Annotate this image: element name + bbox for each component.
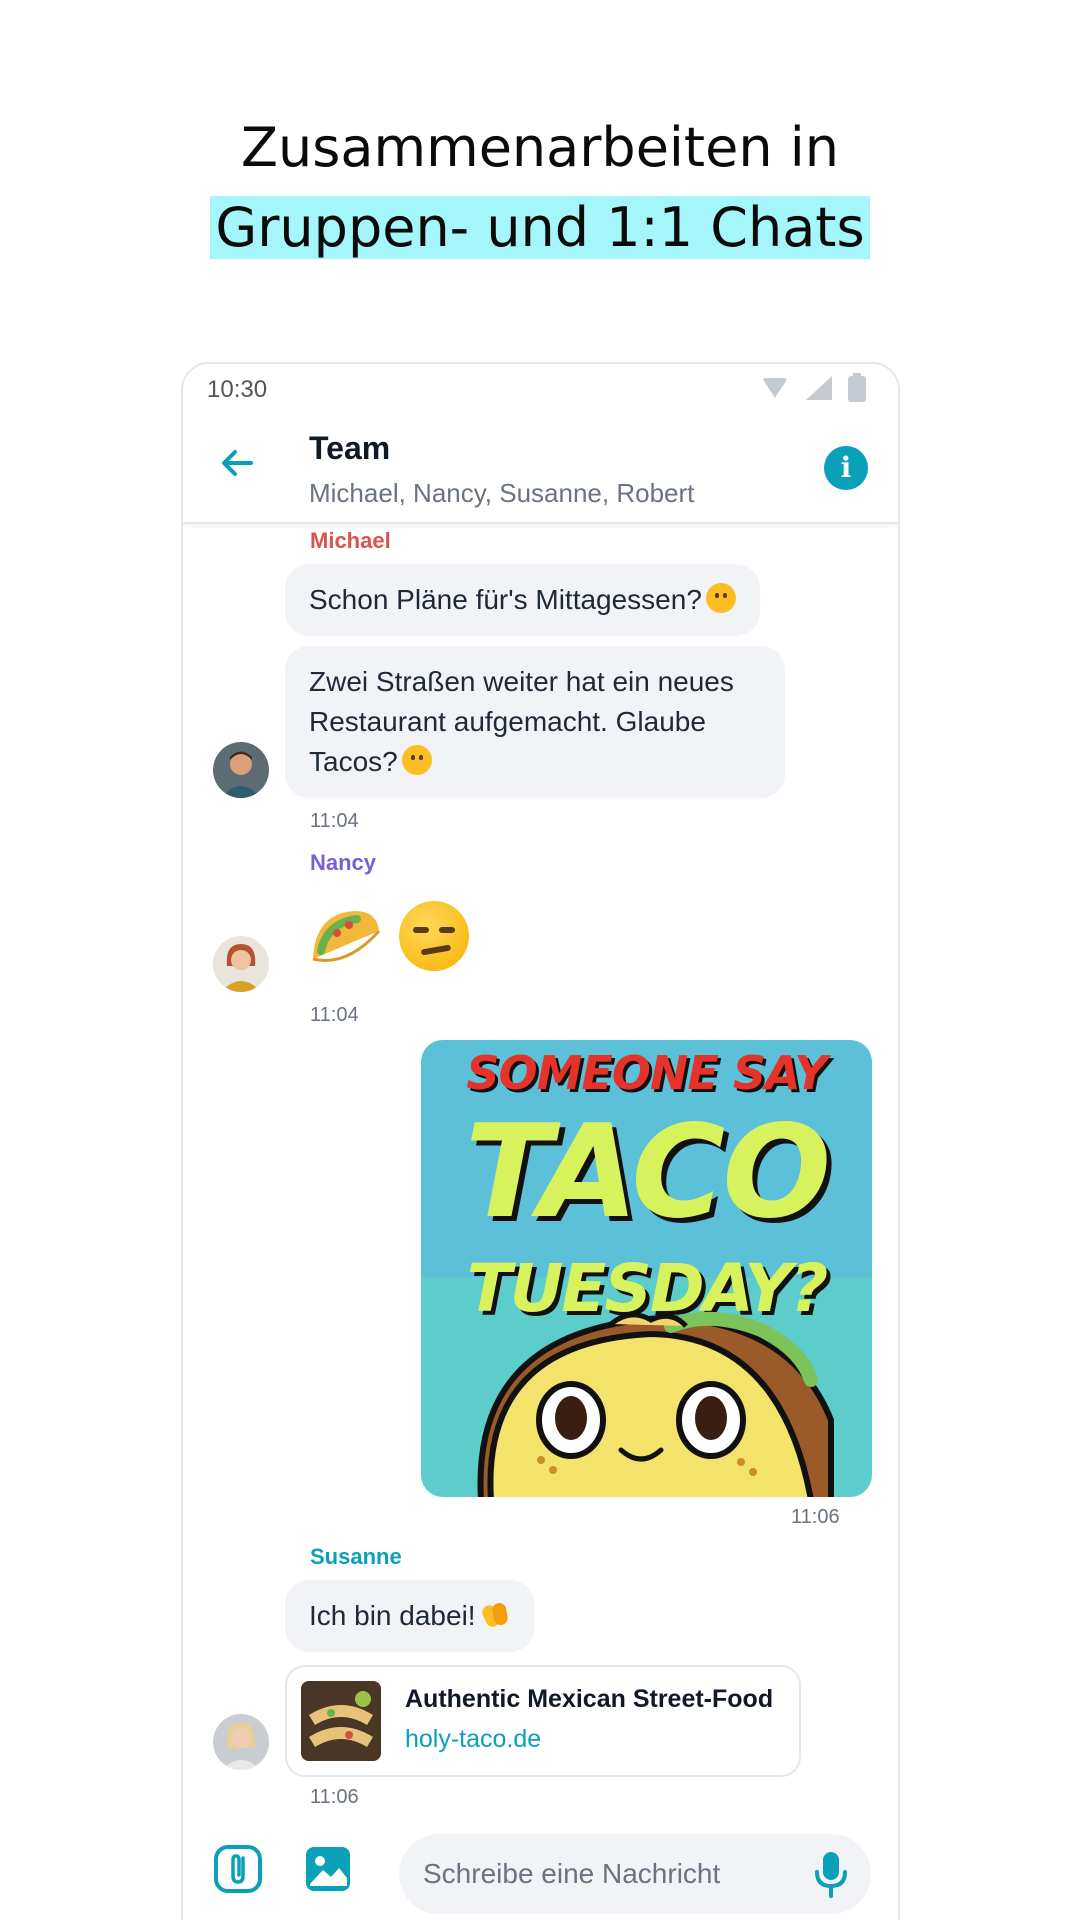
avatar-nancy[interactable]: [213, 936, 269, 992]
microphone-icon: [815, 1852, 847, 1898]
info-icon: i: [840, 451, 852, 484]
message-text: Schon Pläne für's Mittagessen?: [309, 584, 702, 615]
avatar-michael-image: [213, 742, 269, 798]
smirk-emoji-icon[interactable]: [399, 901, 469, 971]
wifi-icon: [762, 378, 788, 398]
message-bubble[interactable]: Ich bin dabei!: [285, 1580, 534, 1652]
status-bar: 10:30: [183, 364, 898, 414]
message-input[interactable]: [399, 1834, 871, 1914]
gif-text-line-2: TACO: [464, 1098, 831, 1247]
message-composer: [183, 1822, 898, 1920]
headline-line-1: Zusammenarbeiten in: [241, 116, 839, 179]
attach-button[interactable]: [213, 1844, 263, 1894]
thinking-emoji-icon: [705, 583, 736, 613]
chat-title[interactable]: Team: [309, 430, 390, 467]
message-timestamp: 11:04: [310, 1004, 359, 1026]
battery-icon: [848, 373, 866, 402]
clapping-hands-emoji-icon: [480, 1599, 510, 1629]
back-button[interactable]: [213, 438, 263, 488]
image-button[interactable]: [303, 1844, 353, 1894]
status-time: 10:30: [207, 376, 268, 403]
message-text: Ich bin dabei!: [309, 1600, 476, 1631]
info-button[interactable]: i: [824, 446, 868, 490]
status-icons: [762, 373, 872, 404]
message-timestamp: 11:06: [791, 1506, 840, 1528]
avatar-michael[interactable]: [213, 742, 269, 798]
message-text: Zwei Straßen weiter hat ein neues Restau…: [309, 666, 734, 777]
paperclip-icon: [214, 1845, 262, 1893]
back-arrow-icon: [222, 450, 253, 476]
gif-text-line-1: SOMEONE SAY: [466, 1046, 827, 1100]
chat-header: Team Michael, Nancy, Susanne, Robert i: [183, 414, 898, 524]
headline-line-2: Gruppen- und 1:1 Chats: [210, 196, 870, 259]
message-timestamp: 11:04: [310, 810, 359, 832]
avatar-susanne-image: [213, 1714, 269, 1770]
avatar-susanne[interactable]: [213, 1714, 269, 1770]
avatar-nancy-image: [213, 936, 269, 992]
microphone-button[interactable]: [811, 1850, 851, 1898]
headline: Zusammenarbeiten in Gruppen- und 1:1 Cha…: [0, 108, 1080, 268]
taco-gif-image[interactable]: SOMEONE SAY TACO TUESDAY?: [421, 1040, 872, 1497]
message-bubble[interactable]: Zwei Straßen weiter hat ein neues Restau…: [285, 646, 785, 798]
message-timestamp: 11:06: [310, 1786, 359, 1808]
chat-members[interactable]: Michael, Nancy, Susanne, Robert: [309, 478, 694, 509]
sender-name-susanne: Susanne: [310, 1544, 402, 1569]
message-bubble[interactable]: Schon Pläne für's Mittagessen?: [285, 564, 760, 636]
sender-name-nancy: Nancy: [310, 850, 377, 875]
taco-character-icon: [477, 1311, 834, 1497]
link-url[interactable]: holy-taco.de: [405, 1725, 541, 1754]
link-title[interactable]: Authentic Mexican Street-Food: [405, 1685, 773, 1714]
phone-frame: 10:30 Team Michael, Nancy, Susanne, Robe…: [181, 362, 900, 1920]
taco-emoji-icon[interactable]: [307, 901, 383, 971]
signal-icon: [806, 376, 832, 400]
link-thumbnail: [301, 1681, 381, 1761]
sender-name-michael: Michael: [310, 528, 391, 553]
raised-eyebrow-emoji-icon: [401, 745, 432, 775]
link-preview-card[interactable]: Authentic Mexican Street-Food holy-taco.…: [285, 1665, 801, 1777]
image-icon: [306, 1847, 350, 1891]
